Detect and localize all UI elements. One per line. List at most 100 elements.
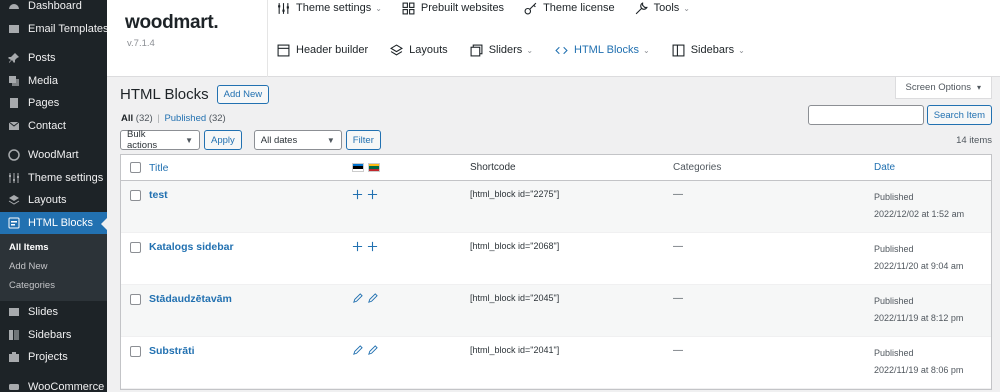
plus-icon[interactable] [352,241,363,252]
theme-menu-secondary: Header builder Layouts Sliders ⌄ HTML Blo… [277,41,745,59]
admin-sidebar: Dashboard Email Templates Posts Media Pa… [0,0,107,392]
menu-html-blocks[interactable]: HTML Blocks ⌄ [555,41,650,59]
search-box: Search Item [807,105,992,125]
chevron-down-icon: ⌄ [643,45,650,55]
sidebar-item-projects[interactable]: Projects [0,346,107,369]
menu-tools[interactable]: Tools ⌄ [635,0,690,16]
dates-select[interactable]: All dates ▼ [253,130,342,150]
sidebar-item-media[interactable]: Media [0,70,107,93]
sidebar-item-label: Dashboard [28,0,82,13]
bulk-actions-select[interactable]: Bulk actions ▼ [120,129,200,151]
row-date: 2022/11/19 at 8:06 pm [874,365,964,375]
sidebar-item-woocommerce[interactable]: WooCommerce [0,376,107,392]
select-all-checkbox[interactable] [129,162,141,173]
row-checkbox[interactable] [129,242,141,253]
chevron-down-icon: ⌄ [738,45,745,55]
screen-options-button[interactable]: Screen Options ▾ [894,77,992,99]
table-row: Substrāti [html_block id="2041"] — Publi… [121,337,991,389]
slides-icon [470,44,483,56]
projects-icon [8,351,20,363]
blocks-icon [555,46,568,54]
column-date[interactable]: Date [874,159,991,176]
menu-label: HTML Blocks [574,44,640,56]
page-title: HTML Blocks [120,86,209,103]
sidebar-item-contact[interactable]: Contact [0,115,107,138]
sidebars-icon [672,44,685,56]
row-status: Published [874,348,914,358]
topbar-divider [267,0,268,77]
row-checkbox[interactable] [129,346,141,357]
chevron-down-icon: ▼ [326,135,335,145]
menu-theme-settings[interactable]: Theme settings ⌄ [277,0,382,16]
menu-theme-license[interactable]: Theme license [524,0,615,16]
menu-label: Theme license [543,2,615,14]
menu-header-builder[interactable]: Header builder [277,41,368,59]
row-categories: — [673,241,683,252]
sidebars-icon [8,329,20,341]
filter-published[interactable]: Published [164,113,206,124]
row-title-link[interactable]: Katalogs sidebar [149,241,234,253]
sidebar-item-theme-settings[interactable]: Theme settings [0,167,107,190]
pencil-icon[interactable] [352,293,363,304]
sidebar-item-label: WoodMart [28,149,79,162]
menu-sidebars[interactable]: Sidebars ⌄ [672,41,745,59]
row-title-link[interactable]: Stādaudzētavām [149,293,232,305]
screen-options-label: Screen Options [905,82,971,93]
grid-icon [402,2,415,14]
filter-published-count: (32) [208,113,226,124]
submenu-categories[interactable]: Categories [0,276,107,295]
filter-button[interactable]: Filter [345,130,381,150]
chevron-down-icon: ⌄ [375,3,382,13]
row-status: Published [874,296,914,306]
table-row: Katalogs sidebar [html_block id="2068"] … [121,233,991,285]
sidebar-item-layouts[interactable]: Layouts [0,189,107,212]
row-title-link[interactable]: test [149,189,168,201]
plus-icon[interactable] [367,189,378,200]
add-new-button[interactable]: Add New [216,85,270,104]
row-categories: — [673,345,683,356]
flag-estonia-icon [352,163,364,172]
filter-all[interactable]: All [121,113,133,124]
theme-topbar: woodmart. v.7.1.4 Theme settings ⌄ Prebui… [107,0,1000,77]
sidebar-item-woodmart[interactable]: WoodMart [0,144,107,167]
html-blocks-table: Title Shortcode Categories Date test [ht… [120,154,992,390]
sidebar-item-dashboard[interactable]: Dashboard [0,0,107,18]
menu-prebuilt-websites[interactable]: Prebuilt websites [402,0,504,16]
sidebar-item-label: Sidebars [28,328,72,341]
pencil-icon[interactable] [367,345,378,356]
dashboard-icon [8,0,20,12]
menu-layouts[interactable]: Layouts [390,41,448,59]
plus-icon[interactable] [367,241,378,252]
pencil-icon[interactable] [367,293,378,304]
bulk-actions-value: Bulk actions [127,129,158,151]
submenu-add-new[interactable]: Add New [0,257,107,276]
chevron-down-icon: ▼ [185,135,193,145]
sidebar-item-html-blocks[interactable]: HTML Blocks [0,211,107,234]
row-title-link[interactable]: Substrāti [149,345,195,357]
table-header: Title Shortcode Categories Date [121,155,991,181]
submenu-all-items[interactable]: All Items [0,238,107,257]
sidebar-item-label: Slides [28,306,58,319]
sidebar-item-posts[interactable]: Posts [0,47,107,70]
menu-sliders[interactable]: Sliders ⌄ [470,41,533,59]
layers-icon [8,194,20,206]
sidebar-item-email-templates[interactable]: Email Templates [0,18,107,41]
pencil-icon[interactable] [352,345,363,356]
row-checkbox[interactable] [129,190,141,201]
plus-icon[interactable] [352,189,363,200]
sidebar-item-label: Contact [28,119,66,132]
row-status: Published [874,244,914,254]
search-button[interactable]: Search Item [926,105,992,125]
sidebar-item-pages[interactable]: Pages [0,92,107,115]
table-row: Stādaudzētavām [html_block id="2045"] — … [121,285,991,337]
row-checkbox[interactable] [129,294,141,305]
column-title[interactable]: Title [149,162,168,174]
menu-label: Prebuilt websites [420,2,505,14]
sidebar-item-slides[interactable]: Slides [0,301,107,324]
tablenav-top: Bulk actions ▼ Apply All dates ▼ Filter [120,129,381,151]
sidebar-item-label: Layouts [28,194,67,207]
sidebar-item-sidebars[interactable]: Sidebars [0,324,107,347]
apply-button[interactable]: Apply [204,130,242,150]
search-input[interactable] [807,105,924,125]
row-shortcode: [html_block id="2275"] [470,189,560,199]
